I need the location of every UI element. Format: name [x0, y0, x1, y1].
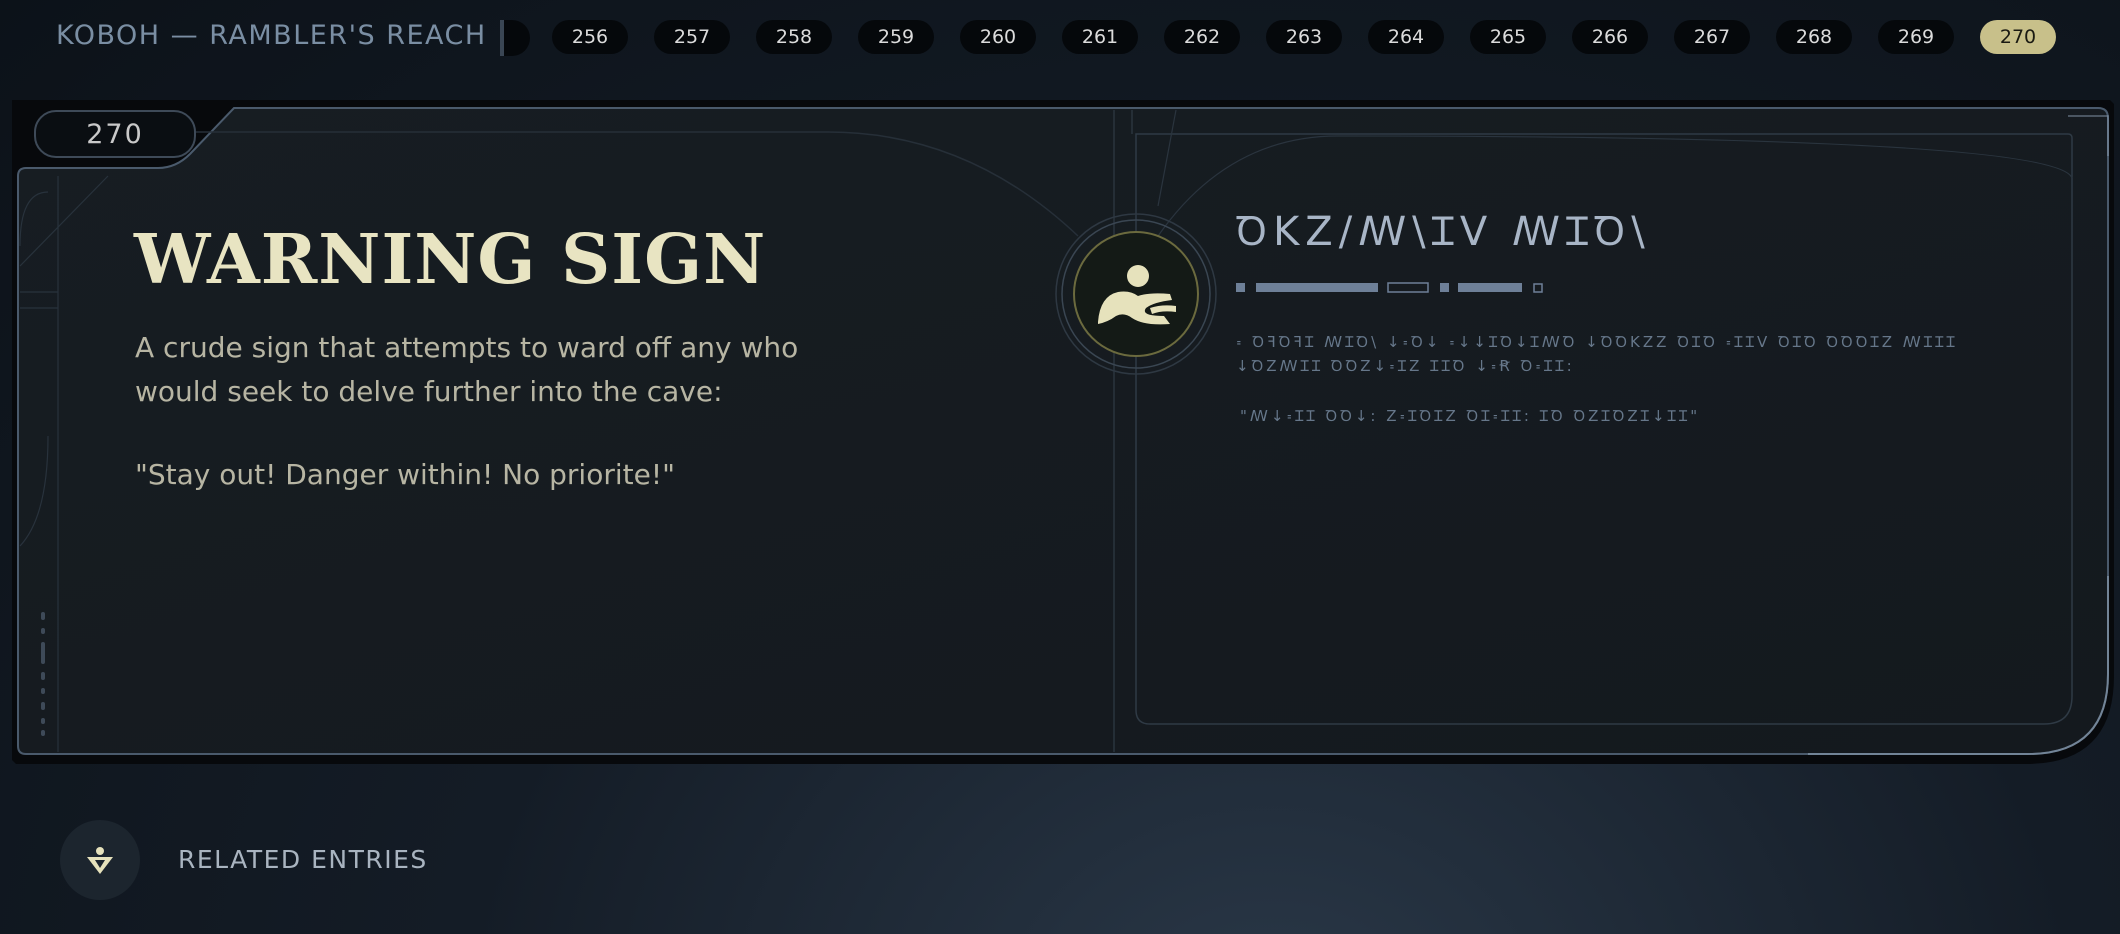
page-tab-267[interactable]: 267 — [1674, 20, 1750, 54]
databank-entry-card: 270 WARNING SIGN A crude sign that attem… — [8, 96, 2118, 768]
holocron-figure-icon — [87, 847, 113, 874]
location-breadcrumb: KOBOH — RAMBLER'S REACH — [56, 20, 487, 51]
entry-number-badge: 270 — [34, 110, 196, 158]
page-tab-270[interactable]: 270 — [1980, 20, 2056, 54]
page-tab-257[interactable]: 257 — [654, 20, 730, 54]
page-tab-261[interactable]: 261 — [1062, 20, 1138, 54]
entry-title: WARNING SIGN — [134, 220, 767, 300]
page-tabs: 256 257 258 259 260 261 262 263 264 265 266 267 268 2… — [552, 20, 2056, 54]
page-tab-259[interactable]: 259 — [858, 20, 934, 54]
side-tick-decoration — [41, 612, 45, 736]
related-entries-button[interactable] — [60, 820, 140, 900]
page-tab-264[interactable]: 264 — [1368, 20, 1444, 54]
page-tab-260[interactable]: 260 — [960, 20, 1036, 54]
aurebesh-quote: "ꟿ↓꞊ꞮꞮ ꝹꝹ↓: Z꞊ꞮꝹꞮZ ꝹꞮ꞊ꞮꞮ: ꞮꝹ ꝹZꞮꝹZꞮ↓ꞮꞮ" — [1240, 407, 1701, 425]
page-tab-262[interactable]: 262 — [1164, 20, 1240, 54]
page-scroll-left-icon[interactable] — [500, 20, 530, 56]
page-tab-263[interactable]: 263 — [1266, 20, 1342, 54]
related-entries-label[interactable]: RELATED ENTRIES — [178, 845, 428, 874]
page-tab-265[interactable]: 265 — [1470, 20, 1546, 54]
entry-description: A crude sign that attempts to ward off a… — [135, 331, 799, 408]
card-frame — [12, 100, 2114, 764]
entry-quote: "Stay out! Danger within! No priorite!" — [135, 458, 675, 491]
aurebesh-divider — [1236, 282, 1543, 293]
top-bar: KOBOH — RAMBLER'S REACH 256 257 258 259 260 2… — [0, 0, 2120, 76]
page-tab-258[interactable]: 258 — [756, 20, 832, 54]
aurebesh-title: ꝹKZ/ꟿ\ꞮV ꟿꞮꝹ\ — [1236, 209, 1651, 255]
page-tab-266[interactable]: 266 — [1572, 20, 1648, 54]
aurebesh-description: ꞊ ꝹꟻꝹꟻꞮ ꟿꞮꝹ\ ↓꞊Ꝺ↓ ꞊↓↓ꞮꝹ↓ꞮꟿꝹ ↓ꝹꝹKZZ ꝹꞮꝹ ꞊… — [1236, 333, 1958, 375]
sign-figure-icon — [1055, 213, 1217, 375]
page-tab-269[interactable]: 269 — [1878, 20, 1954, 54]
page-tab-256[interactable]: 256 — [552, 20, 628, 54]
page-tab-268[interactable]: 268 — [1776, 20, 1852, 54]
